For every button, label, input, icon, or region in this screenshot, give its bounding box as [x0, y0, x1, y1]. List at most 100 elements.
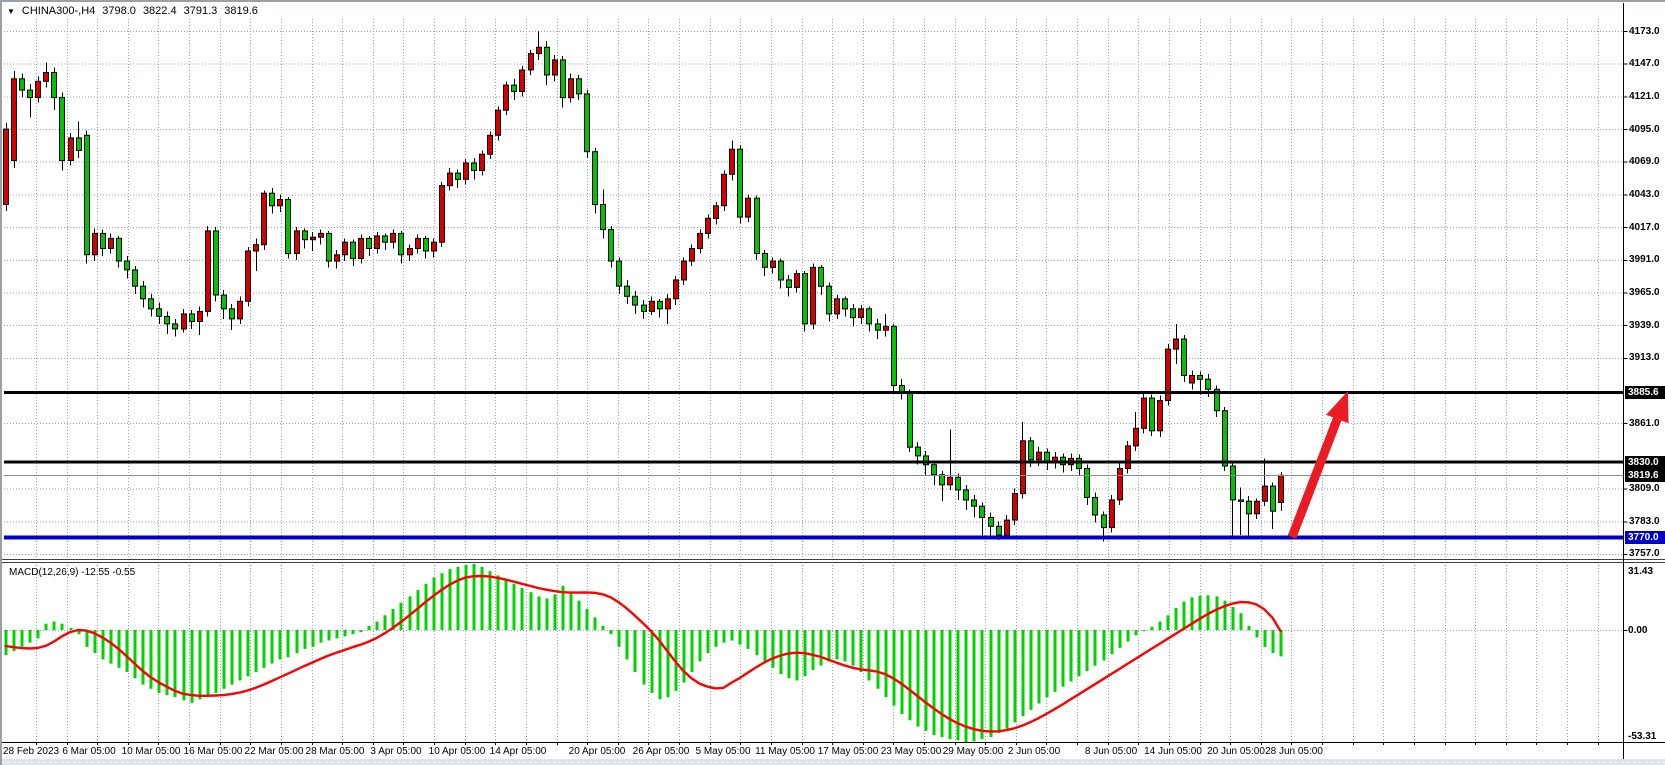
macd-histogram-bar [465, 565, 468, 630]
macd-histogram-bar [239, 630, 242, 680]
macd-histogram-bar [29, 630, 32, 643]
candle-bullish [1013, 494, 1018, 520]
candle-bearish [222, 295, 227, 309]
macd-histogram-bar [433, 578, 436, 631]
macd-histogram-bar [1232, 607, 1235, 630]
candle-bullish [480, 154, 485, 170]
macd-histogram-bar [1022, 630, 1025, 716]
macd-histogram-bar [723, 630, 726, 643]
candle-bearish [165, 316, 170, 324]
macd-histogram-bar [5, 630, 8, 655]
macd-histogram-bar [1272, 630, 1275, 653]
macd-histogram-bar [473, 564, 476, 630]
candle-bearish [424, 238, 429, 251]
macd-histogram-bar [699, 630, 702, 662]
macd-histogram-bar [844, 630, 847, 662]
macd-histogram-bar [344, 630, 347, 636]
candle-bullish [198, 311, 203, 321]
candle-bearish [141, 286, 146, 299]
candle-bullish [36, 81, 41, 97]
candle-bullish [730, 149, 735, 174]
macd-histogram-bar [586, 609, 589, 630]
candle-bullish [650, 301, 655, 311]
candle-bearish [989, 518, 994, 527]
macd-histogram-bar [1127, 630, 1130, 642]
candle-bearish [940, 475, 945, 485]
candle-bullish [835, 299, 840, 314]
macd-histogram-bar [868, 630, 871, 680]
macd-histogram-bar [973, 630, 976, 741]
candle-bearish [303, 231, 308, 240]
macd-histogram-bar [1111, 630, 1114, 654]
candle-bearish [367, 238, 372, 248]
candle-bullish [109, 238, 114, 248]
symbol-dropdown-icon[interactable]: ▼ [7, 6, 15, 17]
candle-bullish [93, 233, 98, 254]
macd-histogram-bar [917, 630, 920, 727]
candle-bearish [633, 296, 638, 305]
candle-bullish [706, 218, 711, 233]
candle-bearish [763, 254, 768, 268]
candle-bearish [819, 267, 824, 286]
candle-bearish [908, 393, 913, 447]
macd-histogram-bar [1143, 630, 1146, 631]
macd-histogram-bar [1175, 608, 1178, 630]
macd-histogram-bar [1046, 630, 1049, 697]
candle-bullish [714, 206, 719, 219]
macd-histogram-bar [86, 630, 89, 647]
macd-histogram-bar [739, 630, 742, 645]
macd-histogram-bar [570, 592, 573, 630]
candle-bearish [125, 261, 130, 270]
candle-bearish [851, 309, 856, 318]
candle-bearish [1085, 469, 1090, 498]
macd-histogram-bar [102, 630, 105, 659]
candle-bullish [391, 233, 396, 242]
macd-histogram-bar [279, 630, 282, 659]
macd-histogram-bar [263, 630, 266, 668]
candle-bearish [101, 233, 106, 248]
macd-histogram-bar [215, 630, 218, 693]
macd-histogram-bar [610, 630, 613, 634]
candle-bullish [1279, 475, 1284, 502]
candle-bullish [69, 138, 74, 161]
macd-histogram-bar [489, 571, 492, 630]
macd-histogram-bar [21, 630, 24, 647]
macd-histogram-bar [707, 630, 710, 653]
candle-bearish [1198, 376, 1203, 380]
macd-histogram-bar [578, 601, 581, 630]
candle-bearish [561, 60, 566, 98]
macd-histogram-bar [199, 630, 202, 699]
candle-bullish [311, 237, 316, 240]
chart-canvas[interactable] [1, 1, 1665, 765]
macd-histogram-bar [1240, 613, 1243, 630]
candle-bullish [690, 249, 695, 262]
macd-histogram-bar [1038, 630, 1041, 704]
macd-histogram-bar [683, 630, 686, 683]
candle-bearish [755, 198, 760, 253]
macd-histogram-bar [990, 630, 993, 737]
candle-bearish [77, 138, 82, 151]
candle-bullish [553, 60, 558, 75]
candle-bullish [698, 233, 703, 248]
macd-histogram-bar [207, 630, 210, 695]
macd-histogram-bar [667, 630, 670, 697]
macd-histogram-bar [828, 630, 831, 662]
candle-bearish [997, 526, 1002, 535]
candle-bearish [149, 299, 154, 309]
macd-histogram-bar [183, 630, 186, 700]
bottom-strip [1, 759, 1665, 765]
macd-histogram-bar [70, 628, 73, 630]
candle-bearish [230, 309, 235, 319]
macd-histogram-bar [384, 615, 387, 630]
candle-bearish [1182, 339, 1187, 376]
candle-bullish [408, 249, 413, 255]
macd-histogram-bar [449, 569, 452, 630]
candle-bearish [577, 79, 582, 94]
candle-bullish [488, 135, 493, 154]
macd-histogram-bar [747, 630, 750, 649]
candle-bearish [270, 193, 275, 206]
macd-histogram-bar [780, 630, 783, 674]
candle-bearish [642, 305, 647, 311]
macd-histogram-bar [634, 630, 637, 672]
candle-bullish [416, 238, 421, 248]
